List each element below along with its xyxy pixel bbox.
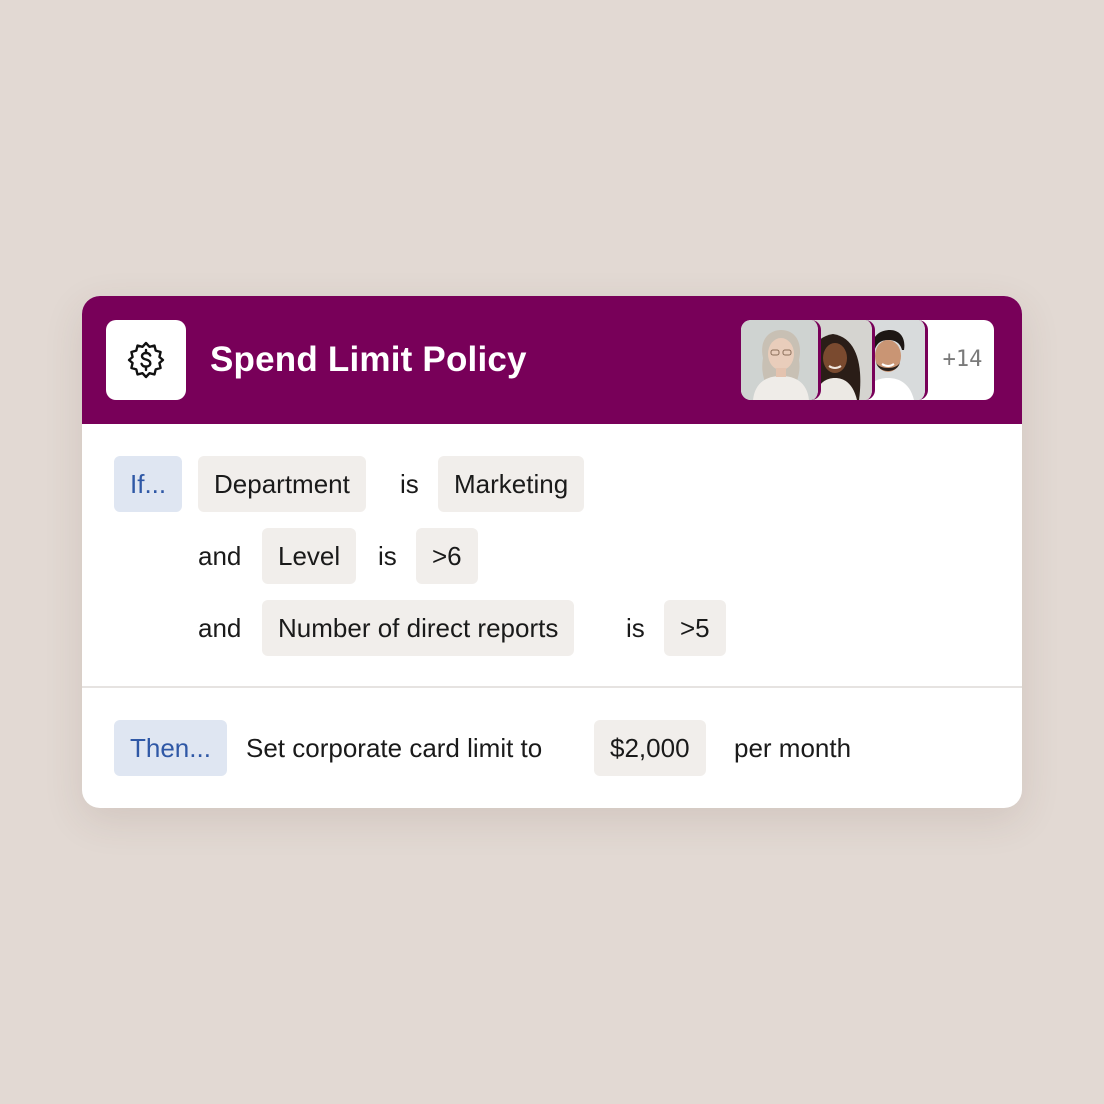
avatar[interactable]	[741, 320, 821, 400]
then-label: Then...	[114, 720, 227, 776]
gear-dollar-icon	[127, 341, 165, 379]
condition-operator: is	[378, 541, 397, 571]
condition-field-level[interactable]: Level	[262, 528, 357, 584]
policy-icon-box	[106, 320, 186, 400]
policy-header: Spend Limit Policy +14	[82, 296, 1022, 424]
condition-operator: is	[400, 469, 419, 499]
condition-field-direct-reports[interactable]: Number of direct reports	[262, 600, 575, 656]
condition-operator: is	[626, 613, 645, 643]
action-amount[interactable]: $2,000	[594, 720, 706, 776]
condition-connector: and	[198, 541, 242, 571]
condition-value-level[interactable]: >6	[416, 528, 478, 584]
policy-card: Spend Limit Policy +14 If... Department …	[82, 296, 1022, 808]
assignee-avatars[interactable]: +14	[741, 320, 994, 400]
section-divider	[82, 686, 1022, 688]
condition-field-department[interactable]: Department	[198, 456, 366, 512]
condition-value-direct-reports[interactable]: >5	[664, 600, 726, 656]
action-period: per month	[734, 733, 852, 763]
policy-title: Spend Limit Policy	[210, 340, 527, 379]
condition-value-marketing[interactable]: Marketing	[438, 456, 585, 512]
action-text: Set corporate card limit to	[246, 733, 543, 763]
if-label: If...	[114, 456, 183, 512]
condition-connector: and	[198, 613, 242, 643]
more-assignees-count[interactable]: +14	[931, 320, 994, 400]
